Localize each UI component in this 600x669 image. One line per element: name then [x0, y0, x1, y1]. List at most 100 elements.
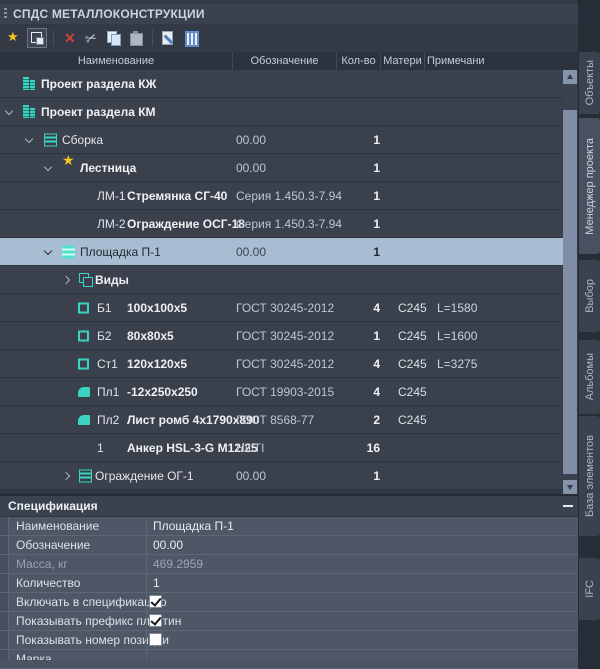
- qty-cell: 1: [336, 245, 380, 259]
- tree-row-project-kzh[interactable]: Проект раздела КЖ: [0, 70, 563, 98]
- tab-label: Объекты: [584, 60, 596, 105]
- platform-icon: [62, 245, 75, 258]
- chevron-down-icon[interactable]: [25, 135, 35, 145]
- qty-cell: 1: [336, 329, 380, 343]
- tab-selection[interactable]: Выбор: [579, 260, 600, 332]
- tree-row-b1[interactable]: Б1 100x100x5 ГОСТ 30245-2012 4 С245 L=15…: [0, 294, 563, 322]
- position-mark: Б2: [97, 329, 112, 343]
- prop-value-quantity[interactable]: 1: [153, 576, 160, 590]
- show-position-number-checkbox[interactable]: [149, 633, 162, 646]
- position-mark: Ст1: [97, 357, 118, 371]
- position-mark: ЛМ-2: [97, 217, 126, 231]
- designation-cell: ГОСТ 30245-2012: [236, 357, 334, 371]
- scrollbar-thumb[interactable]: [563, 110, 577, 474]
- prop-label: Масса, кг: [16, 557, 68, 571]
- views-icon: [79, 273, 93, 287]
- toolbar-separator: [152, 30, 153, 46]
- tree-row-anchor[interactable]: 1 Анкер HSL-3-G M12/25 HILTI 16: [0, 434, 563, 462]
- chevron-down-icon[interactable]: [44, 247, 54, 257]
- copy-icon: [106, 30, 122, 46]
- spds-metal-panel: СПДС МЕТАЛЛОКОНСТРУКЦИИ Наимен: [0, 0, 600, 668]
- column-divider: [146, 574, 147, 592]
- new-project-button[interactable]: [5, 28, 25, 48]
- show-plate-prefix-checkbox[interactable]: [149, 614, 162, 627]
- tree-item-label: -12x250x250: [127, 385, 198, 399]
- panel-main: СПДС МЕТАЛЛОКОНСТРУКЦИИ Наимен: [0, 0, 578, 668]
- position-mark: Пл2: [97, 413, 119, 427]
- drag-handle-icon[interactable]: [4, 8, 7, 20]
- tree-row-b2[interactable]: Б2 80x80x5 ГОСТ 30245-2012 1 С245 L=1600: [0, 322, 563, 350]
- column-header-name: Наименование: [0, 52, 232, 70]
- prop-value-mass: 469.2959: [153, 557, 203, 571]
- column-divider: [146, 612, 147, 630]
- specification-table-button[interactable]: [181, 28, 201, 48]
- qty-cell: 4: [336, 385, 380, 399]
- column-header-material: Матери: [380, 52, 424, 70]
- tab-ifc[interactable]: IFC: [579, 558, 600, 620]
- qty-cell: 1: [336, 189, 380, 203]
- delete-icon: [62, 30, 78, 46]
- tree-row-lm2[interactable]: ЛМ-2 Ограждение ОСГ-18 Серия 1.450.3-7.9…: [0, 210, 563, 238]
- collapse-panel-button[interactable]: [561, 499, 575, 513]
- prop-value-designation[interactable]: 00.00: [153, 538, 183, 552]
- tab-objects[interactable]: Объекты: [579, 52, 600, 114]
- row-gutter: [0, 612, 9, 630]
- scroll-up-icon[interactable]: [563, 70, 577, 84]
- row-gutter: [0, 631, 9, 649]
- minimize-icon: [563, 505, 573, 507]
- column-header-qty: Кол-во: [336, 52, 380, 70]
- chevron-right-icon[interactable]: [63, 275, 73, 285]
- tree-row-lm1[interactable]: ЛМ-1 Стремянка СГ-40 Серия 1.450.3-7.94 …: [0, 182, 563, 210]
- chevron-down-icon[interactable]: [5, 107, 15, 117]
- tree-row-og1[interactable]: Ограждение ОГ-1 00.00 1: [0, 462, 563, 490]
- prop-label: Включать в спецификацию: [16, 595, 167, 609]
- tree-item-label: Площадка П-1: [80, 245, 161, 259]
- insert-to-drawing-button[interactable]: [27, 28, 47, 48]
- tree-row-assembly[interactable]: Сборка 00.00 1: [0, 126, 563, 154]
- chevron-right-icon[interactable]: [63, 471, 73, 481]
- chevron-down-icon[interactable]: [44, 163, 54, 173]
- prop-value-name[interactable]: Площадка П-1: [153, 519, 234, 533]
- tab-project-manager[interactable]: Менеджер проекта: [579, 118, 600, 254]
- delete-button[interactable]: [60, 28, 80, 48]
- note-cell: L=1580: [437, 301, 477, 315]
- tree-item-label: Ограждение ОГ-1: [95, 469, 194, 483]
- tree-item-label: Виды: [95, 273, 129, 287]
- tree-row-pl1[interactable]: Пл1 -12x250x250 ГОСТ 19903-2015 4 С245: [0, 378, 563, 406]
- paste-button[interactable]: [126, 28, 146, 48]
- tree-row-stairs[interactable]: Лестница 00.00 1: [0, 154, 563, 182]
- tree-row-st1[interactable]: Ст1 120x120x5 ГОСТ 30245-2012 4 С245 L=3…: [0, 350, 563, 378]
- column-divider: [146, 536, 147, 554]
- star-icon: [62, 161, 76, 175]
- tab-label: Альбомы: [584, 353, 596, 400]
- prop-row-quantity: Количество 1: [0, 574, 578, 593]
- designation-cell: Серия 1.450.3-7.94: [236, 189, 342, 203]
- material-cell: С245: [398, 329, 427, 343]
- include-in-spec-checkbox[interactable]: [149, 595, 162, 608]
- row-gutter: [0, 555, 9, 573]
- prop-label: Наименование: [16, 519, 99, 533]
- tree-item-label: Ограждение ОСГ-18: [127, 217, 245, 231]
- tree-row-project-km[interactable]: Проект раздела КМ: [0, 98, 563, 126]
- column-divider: [146, 517, 147, 535]
- tab-albums[interactable]: Альбомы: [579, 340, 600, 414]
- designation-cell: ГОСТ 30245-2012: [236, 301, 334, 315]
- tree-row-platform-selected[interactable]: Площадка П-1 00.00 1: [0, 238, 563, 266]
- edit-button[interactable]: [159, 28, 179, 48]
- toolbar: [0, 24, 578, 52]
- tree-item-label: Лестница: [80, 161, 136, 175]
- tree-row-views[interactable]: Виды: [0, 266, 563, 294]
- tab-element-base[interactable]: База элементов: [579, 416, 600, 536]
- tab-label: Выбор: [584, 279, 596, 313]
- cut-button[interactable]: [82, 28, 102, 48]
- assembly-icon: [44, 133, 57, 146]
- scroll-down-icon[interactable]: [563, 480, 577, 494]
- tree-row-pl2[interactable]: Пл2 Лист ромб 4x1790x890 ГОСТ 8568-77 2 …: [0, 406, 563, 434]
- position-mark: Пл1: [97, 385, 119, 399]
- designation-cell: ГОСТ 19903-2015: [236, 385, 334, 399]
- copy-button[interactable]: [104, 28, 124, 48]
- designation-cell: 00.00: [236, 245, 266, 259]
- toolbar-separator: [53, 30, 54, 46]
- column-divider: [146, 593, 147, 611]
- tree-scrollbar[interactable]: [563, 70, 577, 494]
